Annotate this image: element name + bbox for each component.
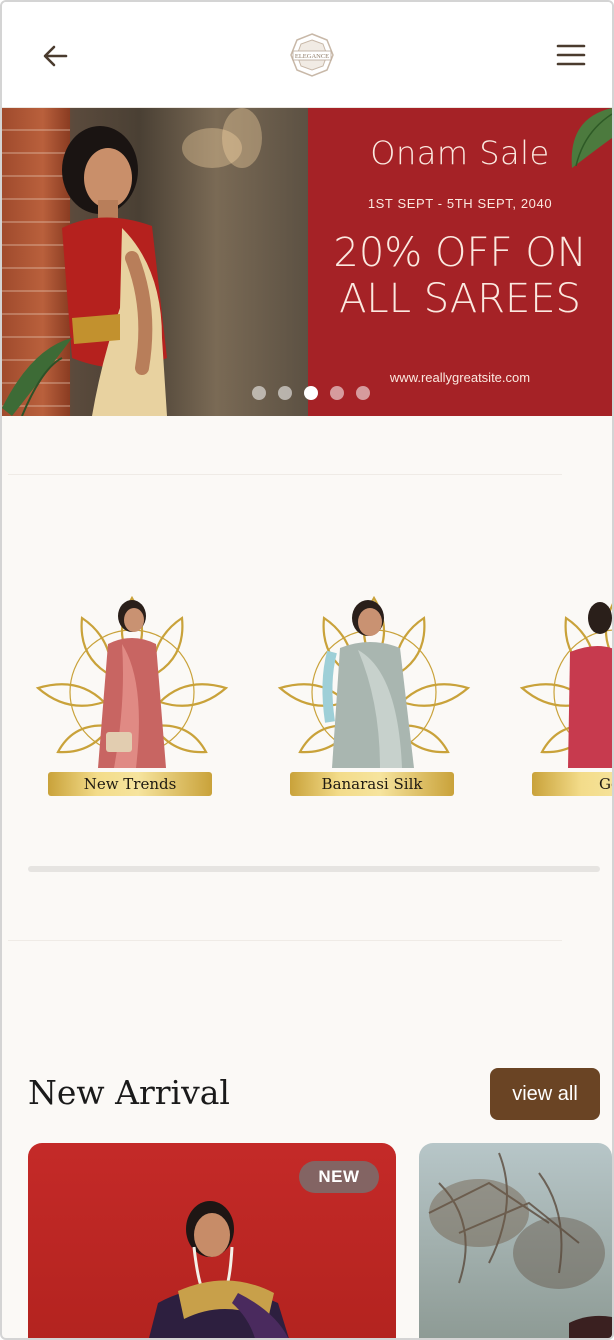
mandala-frame-icon bbox=[519, 602, 612, 768]
banner-offer-line-2: ALL SAREES bbox=[339, 276, 581, 322]
arrow-left-icon bbox=[43, 45, 68, 67]
product-card[interactable] bbox=[419, 1143, 612, 1338]
category-label: Geo bbox=[532, 772, 612, 796]
category-label: New Trends bbox=[48, 772, 212, 796]
product-card[interactable]: NEW bbox=[28, 1143, 396, 1338]
banner-website: www.reallygreatsite.com bbox=[389, 370, 531, 385]
new-badge: NEW bbox=[299, 1161, 379, 1193]
carousel-dot-4[interactable] bbox=[330, 386, 344, 400]
brand-logo[interactable]: ELEGANCE bbox=[287, 32, 337, 78]
category-scrollbar[interactable] bbox=[28, 866, 600, 872]
carousel-dot-5[interactable] bbox=[356, 386, 370, 400]
banner-offer: 20% OFF ON ALL SAREES bbox=[308, 230, 612, 322]
top-bar: ELEGANCE bbox=[2, 2, 612, 108]
section-title: New Arrival bbox=[28, 1073, 230, 1112]
category-card[interactable]: Banarasi Silk bbox=[268, 592, 480, 802]
view-all-button[interactable]: view all bbox=[490, 1068, 600, 1120]
logo-text: ELEGANCE bbox=[295, 53, 329, 60]
carousel-dot-3[interactable] bbox=[304, 386, 318, 400]
hamburger-menu-icon bbox=[556, 44, 586, 66]
banner-title: Onam Sale bbox=[370, 134, 550, 172]
elegance-logo-icon: ELEGANCE bbox=[290, 33, 334, 77]
banner-offer-line-1: 20% OFF ON bbox=[333, 230, 587, 276]
app-screen: ELEGANCE Onam Sale 1ST SEPT - 5TH SEPT, … bbox=[0, 0, 614, 1340]
category-card[interactable]: New Trends bbox=[26, 592, 238, 802]
carousel-dot-1[interactable] bbox=[252, 386, 266, 400]
promo-banner[interactable]: Onam Sale 1ST SEPT - 5TH SEPT, 2040 20% … bbox=[2, 108, 612, 416]
section-divider bbox=[8, 474, 562, 475]
carousel-dot-2[interactable] bbox=[278, 386, 292, 400]
menu-button[interactable] bbox=[554, 40, 588, 70]
banner-dates: 1ST SEPT - 5TH SEPT, 2040 bbox=[367, 196, 553, 211]
banner-model-image bbox=[2, 108, 308, 416]
section-divider bbox=[8, 940, 562, 941]
mandala-frame-icon bbox=[277, 595, 471, 768]
category-card[interactable]: Geo bbox=[510, 592, 612, 802]
mandala-frame-icon bbox=[35, 595, 229, 768]
back-button[interactable] bbox=[38, 38, 74, 74]
carousel-dots bbox=[252, 386, 370, 400]
category-label: Banarasi Silk bbox=[290, 772, 454, 796]
product-image bbox=[428, 1152, 612, 1338]
model-figure-illustration bbox=[2, 126, 167, 416]
